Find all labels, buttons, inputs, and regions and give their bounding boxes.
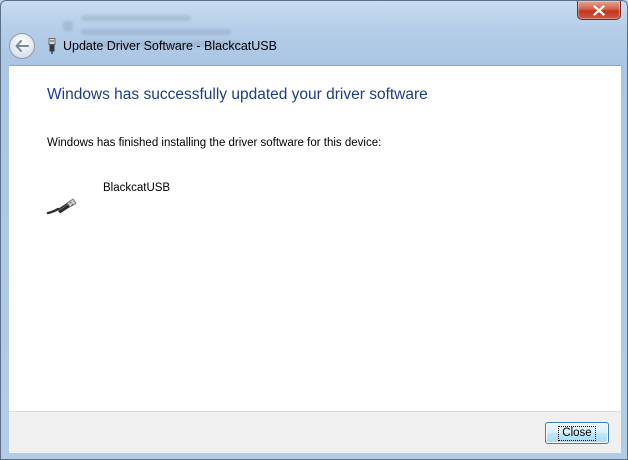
driver-update-window: Update Driver Software - BlackcatUSB Win… <box>0 0 628 460</box>
device-name: BlackcatUSB <box>103 182 171 194</box>
dialog-header: Update Driver Software - BlackcatUSB <box>9 31 609 61</box>
back-button[interactable] <box>9 33 35 59</box>
background-blur <box>63 21 73 31</box>
back-arrow-icon <box>15 40 29 52</box>
usb-plug-icon <box>47 37 57 55</box>
usb-cable-icon <box>45 194 81 216</box>
close-button[interactable]: Close <box>545 422 609 444</box>
close-x-icon <box>593 4 605 16</box>
background-blur <box>81 15 191 21</box>
dialog-footer: Close <box>9 411 621 453</box>
success-heading: Windows has successfully updated your dr… <box>47 86 428 103</box>
status-message: Windows has finished installing the driv… <box>47 137 382 149</box>
close-button-label: Close <box>558 425 596 441</box>
dialog-title: Update Driver Software - BlackcatUSB <box>63 39 277 53</box>
content-panel: Windows has successfully updated your dr… <box>9 65 621 411</box>
window-close-button[interactable] <box>577 1 621 20</box>
